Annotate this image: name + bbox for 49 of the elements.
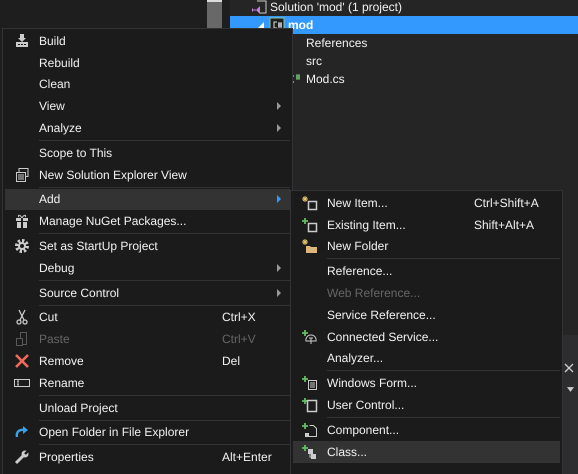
menu-item[interactable]: New Folder xyxy=(293,236,560,258)
remove-icon xyxy=(14,353,30,370)
menu-item[interactable]: New Item... Ctrl+Shift+A xyxy=(293,192,560,214)
menu-item[interactable]: Open Folder in File Explorer xyxy=(5,422,290,444)
menu-item[interactable]: Manage NuGet Packages... xyxy=(5,210,290,232)
menu-item[interactable]: Debug xyxy=(5,256,290,279)
class-icon xyxy=(302,444,318,460)
form-icon xyxy=(302,375,318,392)
menu-item[interactable]: View xyxy=(5,95,290,118)
window-list-icon xyxy=(14,166,30,183)
menu-item[interactable]: Unload Project xyxy=(5,396,290,419)
menu-item[interactable]: Rename xyxy=(5,372,290,394)
new-item-icon xyxy=(302,194,318,211)
build-icon xyxy=(14,32,30,49)
menu-item[interactable]: Properties Alt+Enter xyxy=(5,446,290,468)
menu-item[interactable]: Reference... xyxy=(293,260,560,282)
add-item-icon xyxy=(302,216,318,233)
menu-item[interactable]: Remove Del xyxy=(5,350,290,372)
menu-item[interactable]: Windows Form... xyxy=(293,372,560,394)
dropdown-caret-icon[interactable] xyxy=(567,387,574,392)
menu-item[interactable]: Clean xyxy=(5,74,290,96)
menu-item[interactable]: Analyzer... xyxy=(293,348,560,370)
menu-item[interactable]: Rebuild xyxy=(5,52,290,74)
menu-item[interactable]: Connected Service... xyxy=(293,326,560,348)
scrollbar-thumb[interactable] xyxy=(207,0,222,28)
scissors-icon xyxy=(14,309,30,326)
component-icon xyxy=(302,422,318,438)
clipboard-icon xyxy=(14,331,30,348)
plug-icon xyxy=(302,328,318,345)
menu-item[interactable]: Class... xyxy=(293,440,560,463)
menu-item[interactable]: Set as StartUp Project xyxy=(5,235,290,257)
tree-item[interactable]: Solution 'mod' (1 project) xyxy=(230,0,578,16)
menu-item[interactable]: User Control... xyxy=(293,394,560,416)
menu-item[interactable]: Source Control xyxy=(5,282,290,304)
menu-item[interactable]: Add xyxy=(5,188,290,210)
settings-icon xyxy=(14,238,30,254)
gift-icon xyxy=(14,213,30,230)
menu-item[interactable]: New Solution Explorer View xyxy=(5,164,290,186)
user-control-icon xyxy=(302,397,318,414)
menu-item[interactable]: Scope to This xyxy=(5,142,290,164)
wrench-icon xyxy=(14,449,30,466)
menu-item[interactable]: Existing Item... Shift+Alt+A xyxy=(293,214,560,236)
menu-item[interactable]: Cut Ctrl+X xyxy=(5,306,290,328)
new-folder-icon xyxy=(302,238,318,254)
menu-item[interactable]: Component... xyxy=(293,418,560,441)
solution-icon xyxy=(251,0,267,15)
close-icon[interactable] xyxy=(564,363,574,373)
menu-item[interactable]: Analyze xyxy=(5,117,290,139)
menu-item[interactable]: Service Reference... xyxy=(293,304,560,326)
